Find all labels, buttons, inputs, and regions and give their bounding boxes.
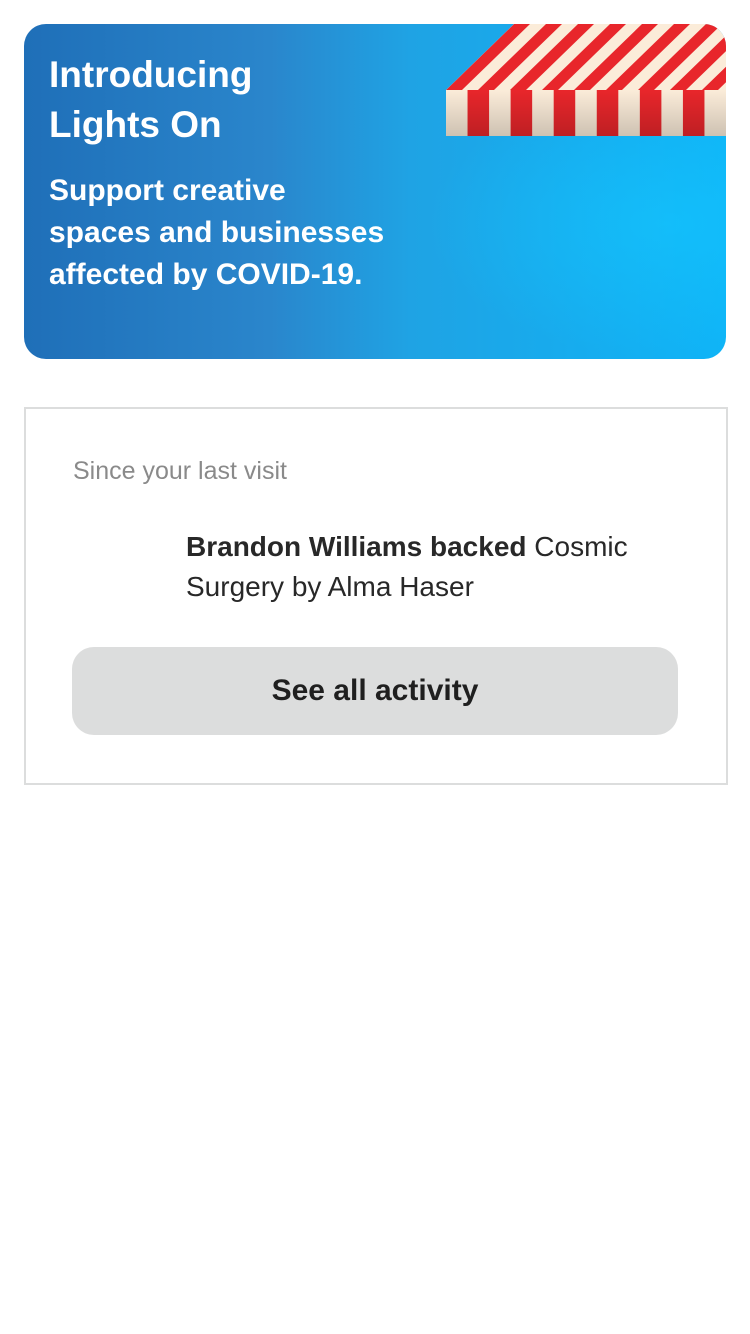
activity-card: Since your last visit Brandon Williams b… [24,407,728,785]
banner-subtitle: Support creative spaces and businesses a… [49,174,385,291]
lights-on-promo-banner[interactable]: Introducing Lights On Support creative s… [24,24,726,359]
activity-page: Introducing Lights On Support creative s… [0,0,750,1334]
activity-item[interactable]: Brandon Williams backed Cosmic Surgery b… [73,527,679,617]
since-last-visit-label: Since your last visit [73,457,287,485]
striped-awning-illustration [446,24,726,136]
see-all-activity-button[interactable]: See all activity [72,647,678,735]
activity-actor: Brandon Williams backed [186,531,527,562]
activity-text: Brandon Williams backed Cosmic Surgery b… [186,527,676,607]
banner-glow [426,134,726,359]
banner-title: Introducing Lights On [49,54,253,145]
avatar [73,531,145,603]
